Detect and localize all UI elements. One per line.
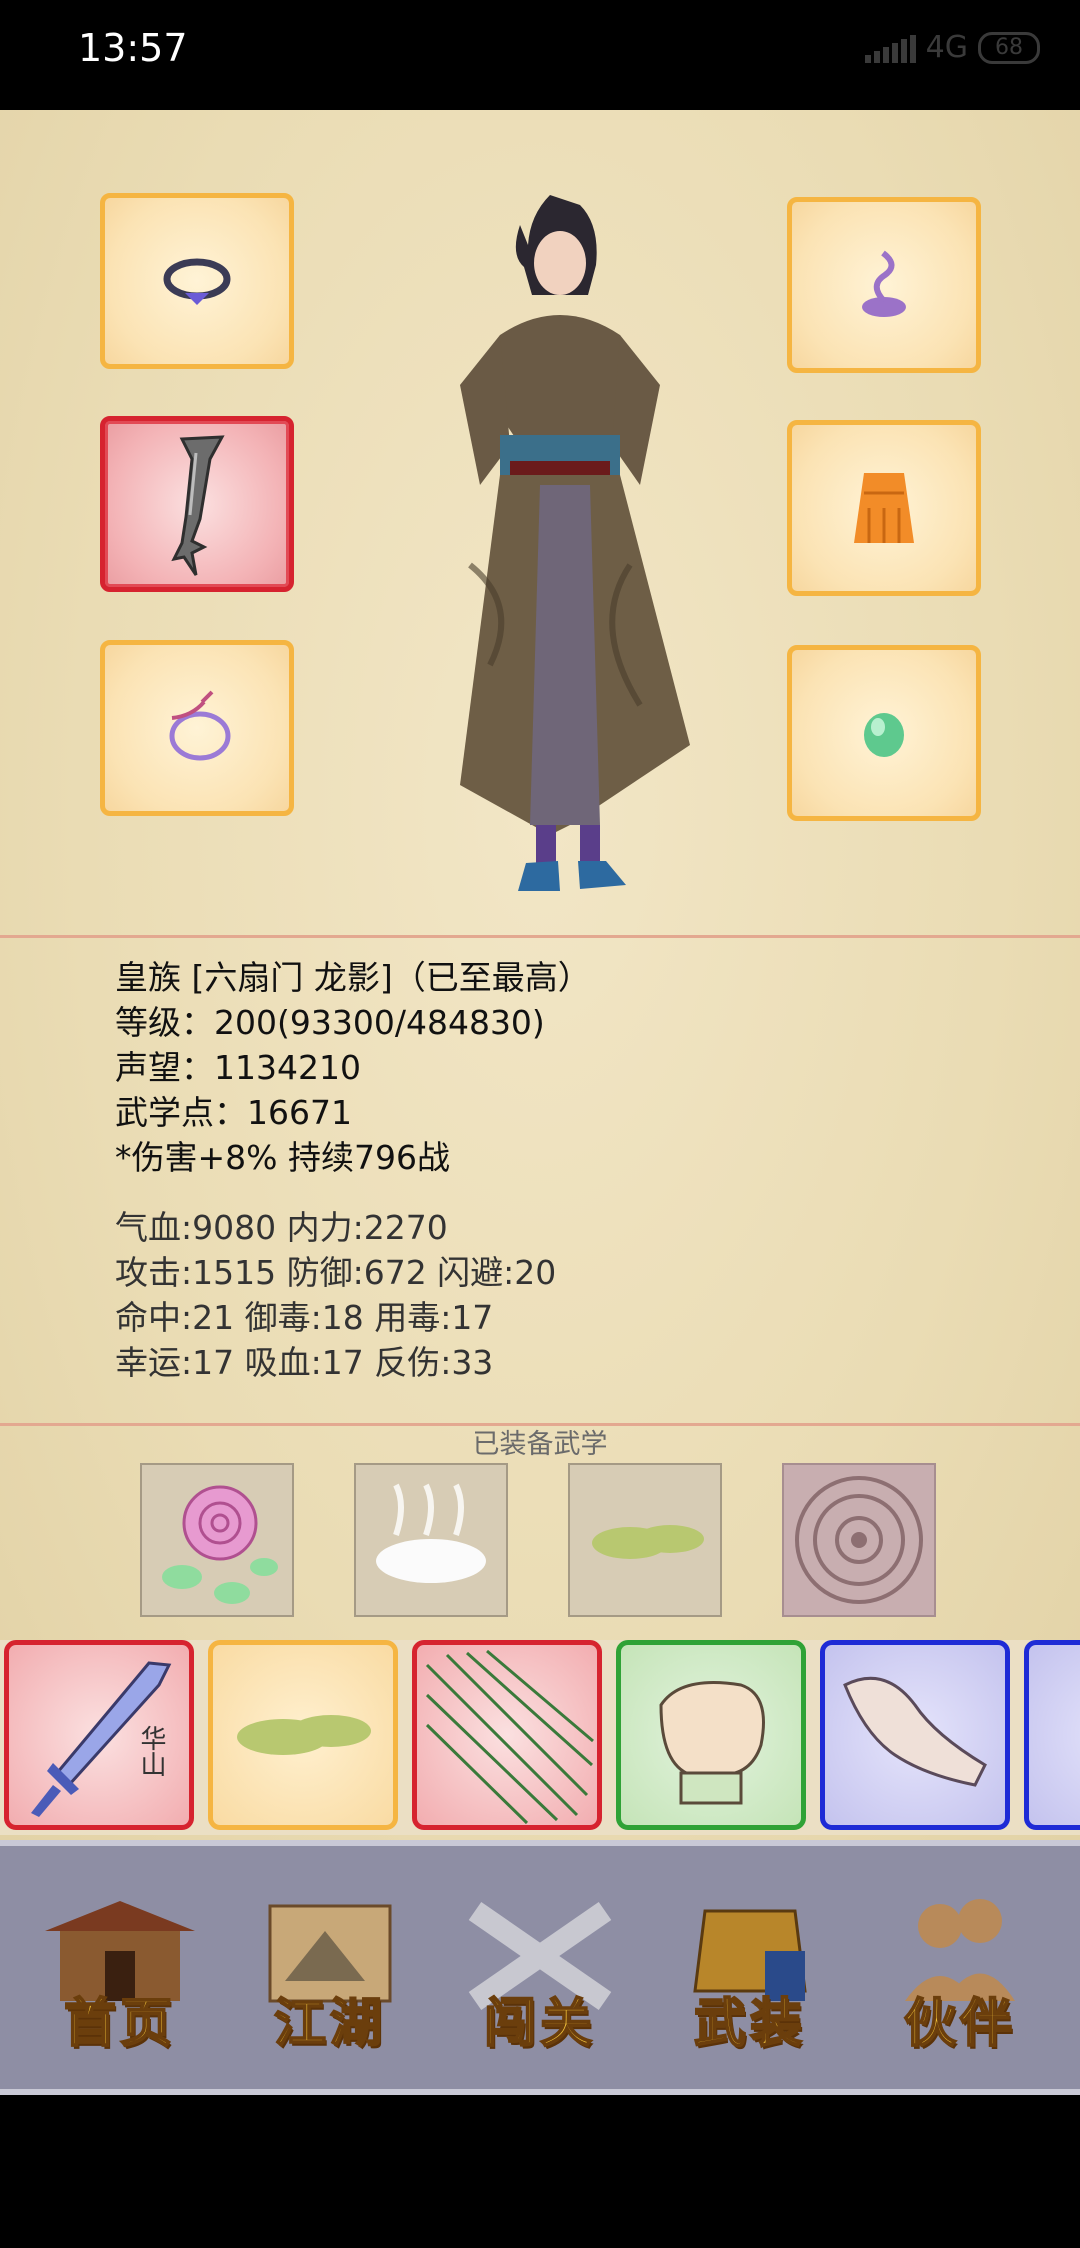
nav-equipment[interactable]: 武装 xyxy=(665,1891,835,2056)
signal-icon xyxy=(864,33,916,63)
green-cloud-icon xyxy=(592,1525,704,1559)
card-label: 华山 xyxy=(136,1725,166,1777)
martial-card-palm[interactable] xyxy=(820,1640,1010,1830)
nav-label: 武装 xyxy=(693,1992,806,2055)
martial-card-sword[interactable]: 华山 xyxy=(4,1640,194,1830)
bottom-nav: 首页 江湖 闯关 武装 伙伴 xyxy=(0,1840,1080,2095)
martial-card-fist[interactable] xyxy=(616,1640,806,1830)
nav-label: 首页 xyxy=(63,1992,176,2055)
mist-icon xyxy=(376,1483,486,1583)
equip-slot-jade[interactable] xyxy=(787,645,981,821)
stats-line: 攻击:1515 防御:672 闪避:20 xyxy=(115,1253,557,1292)
martial-card-row[interactable]: 华山 xyxy=(0,1640,1080,1835)
character-title: 皇族 [六扇门 龙影]（已至最高） xyxy=(115,958,591,997)
martial-card-needles[interactable] xyxy=(412,1640,602,1830)
fist-icon xyxy=(659,1681,765,1805)
martial-card-cloud[interactable] xyxy=(208,1640,398,1830)
system-nav-area xyxy=(0,2095,1080,2248)
equipped-skill-4[interactable] xyxy=(782,1463,936,1617)
rose-icon xyxy=(162,1485,278,1604)
needles-icon xyxy=(425,1649,594,1825)
robe-icon xyxy=(854,473,914,543)
green-cloud-icon xyxy=(237,1715,371,1755)
equipped-skill-1[interactable] xyxy=(140,1463,294,1617)
stats-line: 气血:9080 内力:2270 xyxy=(115,1208,448,1247)
jade-icon xyxy=(864,713,904,757)
equip-slot-belt[interactable] xyxy=(100,640,294,816)
blade-icon xyxy=(171,435,225,576)
equip-slot-ring[interactable] xyxy=(100,193,294,369)
equipped-skills-title: 已装备武学 xyxy=(472,1429,608,1460)
martial-card-partial[interactable] xyxy=(1024,1640,1080,1830)
character-buff: *伤害+8% 持续796战 xyxy=(115,1138,450,1177)
equipment-screen: 皇族 [六扇门 龙影]（已至最高） 等级：200(93300/484830) 声… xyxy=(0,110,1080,1840)
nav-home[interactable]: 首页 xyxy=(35,1891,205,2056)
character-martial-points: 武学点：16671 xyxy=(115,1093,352,1132)
stone-disc-icon xyxy=(795,1476,923,1604)
nav-label: 闯关 xyxy=(483,1992,596,2055)
nav-challenge[interactable]: 闯关 xyxy=(455,1891,625,2056)
ring-icon xyxy=(163,258,231,305)
equipped-skill-2[interactable] xyxy=(354,1463,508,1617)
battery-icon: 68 xyxy=(978,31,1040,64)
status-bar: 13:57 4G 68 xyxy=(0,0,1080,110)
palm-icon xyxy=(843,1676,987,1787)
equipped-skill-3[interactable] xyxy=(568,1463,722,1617)
equip-slot-armor[interactable] xyxy=(787,420,981,596)
nav-partners[interactable]: 伙伴 xyxy=(875,1891,1045,2056)
divider-top xyxy=(0,935,1080,938)
network-label: 4G xyxy=(925,30,968,65)
nav-label: 江湖 xyxy=(273,1992,386,2055)
character-prestige: 声望：1134210 xyxy=(115,1048,361,1087)
character-stats: 气血:9080 内力:2270 攻击:1515 防御:672 闪避:20 命中:… xyxy=(115,1205,556,1385)
character-level: 等级：200(93300/484830) xyxy=(115,1003,545,1042)
nav-jianghu[interactable]: 江湖 xyxy=(245,1891,415,2056)
character-info: 皇族 [六扇门 龙影]（已至最高） 等级：200(93300/484830) 声… xyxy=(115,955,591,1180)
character-portrait xyxy=(460,195,690,891)
stats-line: 命中:21 御毒:18 用毒:17 xyxy=(115,1298,494,1337)
nav-label: 伙伴 xyxy=(903,1992,1016,2055)
status-icons: 4G 68 xyxy=(864,30,1040,65)
equip-slot-weapon[interactable] xyxy=(100,416,294,592)
cord-icon xyxy=(169,690,231,761)
status-time: 13:57 xyxy=(78,26,188,70)
stats-line: 幸运:17 吸血:17 反伤:33 xyxy=(115,1343,494,1382)
equip-slot-accessory[interactable] xyxy=(787,197,981,373)
incense-icon xyxy=(862,250,906,317)
